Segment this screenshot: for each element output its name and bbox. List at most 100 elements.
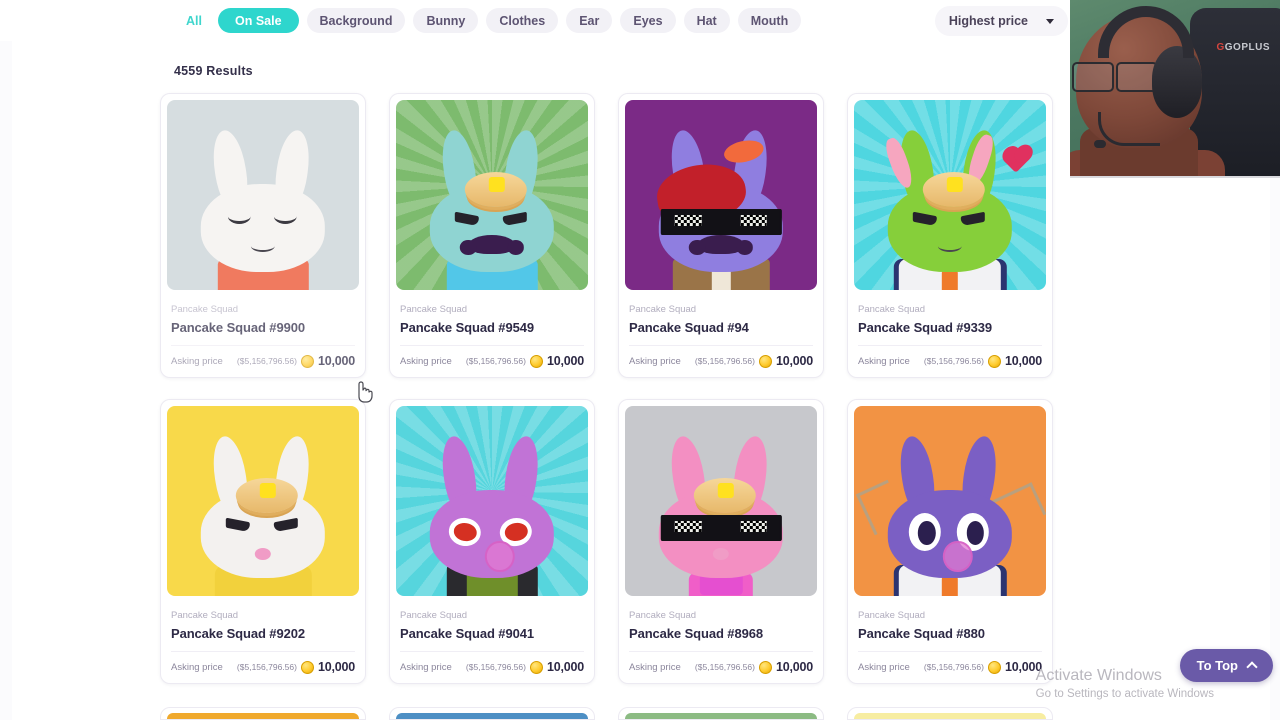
nft-price-row: Asking price ($5,156,796.56) 10,000 — [848, 652, 1052, 683]
nft-card[interactable]: Pancake Squad Pancake Squad #9339 Asking p… — [847, 93, 1053, 378]
asking-price-label: Asking price — [400, 661, 452, 673]
asking-price-label: Asking price — [629, 355, 681, 367]
coin-icon — [758, 354, 772, 368]
price-value-group: ($5,156,796.56) 10,000 — [466, 354, 584, 368]
filter-chip-eyes[interactable]: Eyes — [620, 8, 676, 33]
bunny-figure — [653, 127, 788, 290]
partial-card-row — [160, 707, 1065, 720]
nft-card-partial[interactable] — [847, 707, 1053, 720]
filter-chip-label: Ear — [579, 13, 600, 28]
coin-icon — [758, 660, 772, 674]
bunny-figure — [425, 433, 559, 596]
nft-artwork[interactable] — [848, 94, 1052, 296]
bunny-mouth — [254, 547, 272, 561]
nft-title: Pancake Squad #94 — [629, 320, 749, 335]
nft-artwork[interactable] — [161, 400, 365, 602]
sort-selected-label: Highest price — [948, 14, 1028, 28]
bunny-eye-right — [273, 209, 297, 225]
asking-price-label: Asking price — [858, 355, 910, 367]
nft-artwork[interactable] — [161, 94, 365, 296]
usd-price: ($5,156,796.56) — [923, 662, 984, 672]
webcam-overlay: GGOPLUS — [1070, 0, 1280, 178]
microphone-icon — [1094, 140, 1106, 148]
pixel-sunglasses — [660, 514, 782, 541]
filter-chip-hat[interactable]: Hat — [683, 8, 730, 33]
chair-brand-label: GGOPLUS — [1216, 42, 1270, 53]
filter-chip-on-sale[interactable]: On Sale — [217, 8, 299, 33]
token-amount: 10,000 — [775, 660, 813, 674]
nft-artwork[interactable] — [390, 94, 594, 296]
bunny-mouth — [250, 240, 276, 253]
nft-card-partial[interactable] — [160, 707, 366, 720]
nft-artwork-canvas — [167, 406, 359, 596]
nft-artwork-partial — [167, 713, 359, 719]
price-value-group: ($5,156,796.56) 10,000 — [695, 660, 813, 674]
filter-chip-background[interactable]: Background — [306, 8, 406, 33]
nft-card[interactable]: Pancake Squad Pancake Squad #9202 Asking p… — [160, 399, 366, 684]
nft-card[interactable]: Pancake Squad Pancake Squad #94 Asking pri… — [618, 93, 824, 378]
nft-price-row: Asking price ($5,156,796.56) 10,000 — [619, 652, 823, 683]
nft-title: Pancake Squad #8968 — [629, 626, 763, 641]
nft-card[interactable]: Pancake Squad Pancake Squad #9549 Asking p… — [389, 93, 595, 378]
token-amount: 10,000 — [546, 660, 584, 674]
nft-artwork-canvas — [625, 406, 817, 596]
nft-card[interactable]: Pancake Squad Pancake Squad #9900 Asking p… — [160, 93, 366, 378]
price-value-group: ($5,156,796.56) 10,000 — [237, 660, 355, 674]
nft-title: Pancake Squad #9202 — [171, 626, 305, 641]
nft-artwork-canvas — [854, 406, 1046, 596]
nft-card[interactable]: Pancake Squad Pancake Squad #880 Asking pr… — [847, 399, 1053, 684]
usd-price: ($5,156,796.56) — [465, 356, 526, 366]
token-amount: 10,000 — [1004, 354, 1042, 368]
nft-artwork-canvas — [396, 406, 588, 596]
nft-artwork-canvas — [396, 100, 588, 290]
coin-icon — [987, 354, 1001, 368]
filter-chip-all[interactable]: All — [178, 8, 210, 33]
usd-price: ($5,156,796.56) — [465, 662, 526, 672]
nft-title: Pancake Squad #9041 — [400, 626, 534, 641]
bubblegum — [485, 540, 515, 573]
mustache-icon — [689, 234, 753, 255]
nft-artwork-partial — [854, 713, 1046, 719]
coin-icon — [529, 660, 543, 674]
nft-title: Pancake Squad #9339 — [858, 320, 992, 335]
filter-chip-label: All — [186, 13, 202, 28]
nft-artwork[interactable] — [390, 400, 594, 602]
filter-chip-mouth[interactable]: Mouth — [737, 8, 802, 33]
usd-price: ($5,156,796.56) — [923, 356, 984, 366]
filter-chip-label: Bunny — [426, 13, 466, 28]
asking-price-label: Asking price — [171, 355, 223, 367]
bunny-figure — [196, 433, 330, 596]
nft-artwork-canvas — [854, 100, 1046, 290]
mustache-icon — [460, 234, 524, 255]
coin-icon — [300, 660, 314, 674]
collection-name: Pancake Squad — [629, 610, 697, 621]
filter-chip-bunny[interactable]: Bunny — [413, 8, 479, 33]
sort-dropdown[interactable]: Highest price — [934, 6, 1068, 36]
collection-name: Pancake Squad — [858, 304, 926, 315]
page-gutter-left — [0, 0, 12, 720]
nft-meta: Pancake Squad Pancake Squad #880 — [848, 602, 1052, 652]
nft-price-row: Asking price ($5,156,796.56) 10,000 — [161, 346, 365, 377]
price-value-group: ($5,156,796.56) 10,000 — [237, 354, 355, 368]
nft-artwork[interactable] — [848, 400, 1052, 602]
nft-card[interactable]: Pancake Squad Pancake Squad #8968 Asking p… — [618, 399, 824, 684]
bunny-figure — [882, 127, 1030, 290]
bunny-figure — [654, 433, 788, 596]
collection-name: Pancake Squad — [400, 610, 468, 621]
chevron-down-icon — [1046, 18, 1054, 24]
app-root: All On Sale Background Bunny Clothes Ear Eyes H… — [0, 0, 1280, 720]
nft-card-partial[interactable] — [389, 707, 595, 720]
filter-chip-clothes[interactable]: Clothes — [486, 8, 559, 33]
filter-chip-label: Eyes — [633, 13, 663, 28]
nft-price-row: Asking price ($5,156,796.56) 10,000 — [390, 652, 594, 683]
nft-card-partial[interactable] — [618, 707, 824, 720]
nft-meta: Pancake Squad Pancake Squad #9041 — [390, 602, 594, 652]
asking-price-label: Asking price — [171, 661, 223, 673]
nft-artwork[interactable] — [619, 94, 823, 296]
filter-chip-ear[interactable]: Ear — [566, 8, 613, 33]
price-value-group: ($5,156,796.56) 10,000 — [924, 660, 1042, 674]
token-amount: 10,000 — [317, 660, 355, 674]
nft-artwork[interactable] — [619, 400, 823, 602]
nft-price-row: Asking price ($5,156,796.56) 10,000 — [848, 346, 1052, 377]
nft-card[interactable]: Pancake Squad Pancake Squad #9041 Asking p… — [389, 399, 595, 684]
